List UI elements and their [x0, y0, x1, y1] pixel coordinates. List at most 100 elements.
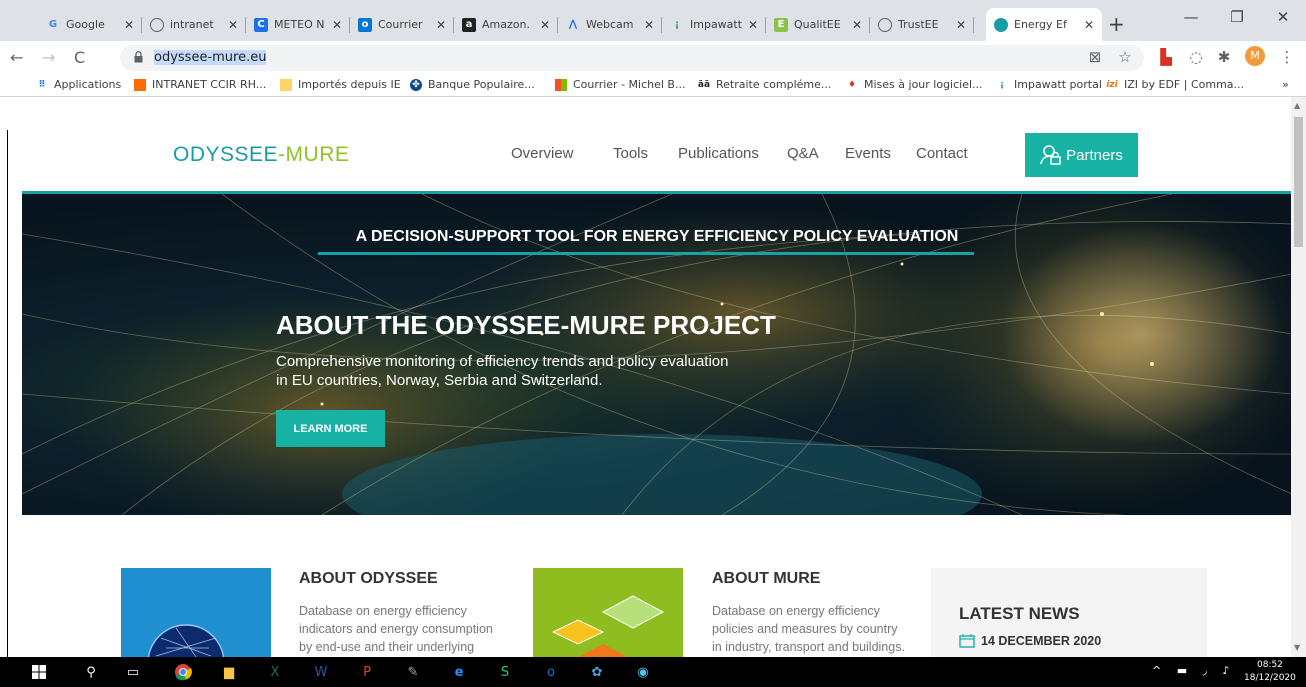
nav-tools[interactable]: Tools [613, 145, 648, 162]
internet-explorer-icon[interactable]: e [448, 662, 470, 682]
close-icon[interactable]: ✕ [852, 18, 862, 32]
back-icon[interactable]: ← [10, 48, 23, 67]
bookmarks-overflow[interactable]: » [1282, 78, 1289, 91]
bookmark-banque[interactable]: ✤ Banque Populaire... [410, 78, 535, 91]
close-icon[interactable]: ✕ [436, 18, 446, 32]
powerpoint-icon[interactable]: P [356, 662, 378, 682]
tab-title: Energy Ef [1014, 18, 1067, 31]
tab-intranet[interactable]: intranet ✕ [142, 8, 246, 41]
tab-courrier[interactable]: o Courrier ✕ [350, 8, 454, 41]
about-mure-title[interactable]: ABOUT MURE [712, 570, 820, 588]
hero-subtitle-line: Comprehensive monitoring of efficiency t… [276, 353, 729, 370]
scroll-thumb[interactable] [1294, 117, 1303, 247]
close-icon[interactable]: ✕ [1084, 18, 1094, 32]
odyssee-card-image[interactable] [121, 568, 271, 657]
reload-icon[interactable]: C [74, 48, 85, 67]
google-icon: G [48, 19, 58, 30]
windows-start-icon[interactable] [28, 662, 50, 682]
qualitee-icon: E [774, 17, 788, 32]
about-odyssee-title[interactable]: ABOUT ODYSSEE [299, 570, 438, 588]
page-scrollbar[interactable]: ▲ ▼ [1291, 97, 1306, 657]
tab-title: intranet [170, 18, 214, 31]
tab-qualitee[interactable]: E QualitEE ✕ [766, 8, 870, 41]
window-close-icon[interactable]: ✕ [1260, 8, 1306, 26]
tab-title: Webcam [586, 18, 634, 31]
bookmark-courrier[interactable]: Courrier - Michel B... [555, 78, 685, 91]
menu-kebab-icon[interactable]: ⋮ [1276, 48, 1298, 66]
close-icon[interactable]: ✕ [956, 18, 966, 32]
restore-icon[interactable]: ❐ [1214, 8, 1260, 26]
url-text[interactable]: odyssee-mure.eu [154, 50, 267, 65]
bookmark-impawatt[interactable]: ¡ Impawatt portal [996, 78, 1102, 91]
bookmark-retraite[interactable]: āā Retraite compléme... [698, 78, 831, 91]
tagline-underline [318, 252, 974, 255]
tab-title: QualitEE [794, 18, 841, 31]
site-logo[interactable]: ODYSSEE-MURE [173, 143, 349, 167]
clock-time: 08:52 [1256, 660, 1283, 670]
latest-news-title: LATEST NEWS [959, 604, 1080, 623]
meteo-icon: C [254, 17, 268, 32]
address-bar[interactable]: odyssee-mure.eu ⊠ ☆ [120, 45, 1144, 71]
tab-trustee[interactable]: TrustEE ✕ [870, 8, 974, 41]
bookmark-imported[interactable]: Importés depuis IE [280, 78, 401, 91]
forward-icon[interactable]: → [42, 48, 55, 67]
lock-icon [134, 51, 143, 63]
nav-overview[interactable]: Overview [511, 145, 574, 162]
nav-contact[interactable]: Contact [916, 145, 968, 162]
bookmark-intranet[interactable]: INTRANET CCIR RH... [134, 78, 266, 91]
chrome-icon[interactable] [172, 662, 194, 682]
app-circle-icon[interactable]: ◉ [632, 662, 654, 682]
trustee-icon [878, 17, 892, 32]
tab-title: Impawatt [690, 18, 743, 31]
partners-button[interactable]: Partners [1025, 133, 1138, 177]
webcam-icon: ⋀ [568, 19, 578, 30]
system-tray-icons[interactable]: ^ ▬ ◞ ♪ [1152, 664, 1235, 677]
system-clock[interactable]: 08:52 18/12/2020 [1244, 659, 1296, 685]
learn-more-button[interactable]: LEARN MORE [276, 410, 385, 447]
new-tab-icon[interactable]: + [1108, 12, 1125, 36]
close-icon[interactable]: ✕ [124, 18, 134, 32]
outlook-icon[interactable]: o [540, 662, 562, 682]
task-view-icon[interactable]: ▭ [122, 662, 144, 682]
translate-icon[interactable]: ⊠ [1084, 48, 1106, 66]
news-date[interactable]: 14 DECEMBER 2020 [959, 634, 1101, 648]
pdf-extension-icon[interactable]: ▙ [1155, 48, 1177, 66]
tab-amazon[interactable]: a Amazon. ✕ [454, 8, 558, 41]
teams-icon[interactable]: ✿ [586, 662, 608, 682]
app-s-icon[interactable]: S [494, 662, 516, 682]
tab-meteo[interactable]: C METEO N ✕ [246, 8, 350, 41]
scroll-up-icon[interactable]: ▲ [1294, 101, 1300, 110]
bank-icon: ✤ [410, 78, 422, 91]
nav-publications[interactable]: Publications [678, 145, 759, 162]
tab-webcam[interactable]: ⋀ Webcam ✕ [558, 8, 662, 41]
microsoft-icon [555, 78, 567, 91]
close-icon[interactable]: ✕ [540, 18, 550, 32]
close-icon[interactable]: ✕ [748, 18, 758, 32]
card-text-line: by end-use and their underlying [299, 640, 475, 654]
tab-impawatt[interactable]: ¡ Impawatt ✕ [662, 8, 766, 41]
tab-energy-active[interactable]: Energy Ef ✕ [986, 8, 1102, 41]
puzzle-extensions-icon[interactable]: ✱ [1213, 48, 1235, 66]
nav-events[interactable]: Events [845, 145, 891, 162]
mure-card-image[interactable] [533, 568, 683, 657]
izi-icon: izi [1106, 79, 1118, 90]
minimize-icon[interactable]: — [1168, 8, 1214, 26]
bookmark-izi[interactable]: izi IZI by EDF | Comma... [1106, 78, 1244, 91]
nav-qa[interactable]: Q&A [787, 145, 819, 162]
app-icon[interactable]: ✎ [402, 662, 424, 682]
close-icon[interactable]: ✕ [332, 18, 342, 32]
search-icon[interactable]: ⚲ [80, 662, 102, 682]
word-icon[interactable]: W [310, 662, 332, 682]
extension-icon[interactable]: ◌ [1185, 48, 1207, 66]
bookmark-label: Banque Populaire... [428, 78, 535, 91]
profile-avatar[interactable]: M [1245, 46, 1265, 66]
tab-google[interactable]: G Google ✕ [38, 8, 142, 41]
bookmark-star-icon[interactable]: ☆ [1114, 48, 1136, 66]
bookmark-updates[interactable]: ♦ Mises à jour logiciel... [846, 78, 983, 91]
excel-icon[interactable]: X [264, 662, 286, 682]
scroll-down-icon[interactable]: ▼ [1294, 643, 1300, 652]
close-icon[interactable]: ✕ [228, 18, 238, 32]
file-explorer-icon[interactable]: ▆ [218, 662, 240, 682]
close-icon[interactable]: ✕ [644, 18, 654, 32]
bookmark-applications[interactable]: ⠿ Applications [36, 78, 121, 91]
